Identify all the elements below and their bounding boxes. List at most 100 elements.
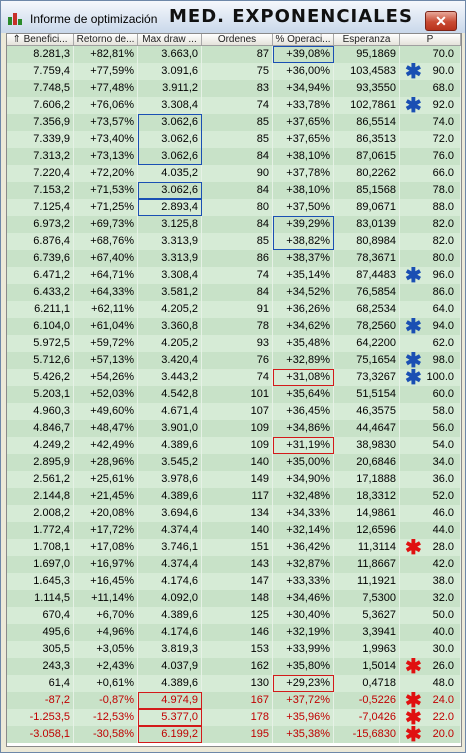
- col-expectancy-cell: 80,8984: [334, 233, 400, 250]
- col-orders-header[interactable]: Ordenes: [202, 34, 273, 45]
- col-p-cell: 74.0: [400, 114, 461, 131]
- col-profit-cell: 6.973,2: [7, 216, 74, 233]
- col-pct-operations-cell: +39,08%: [273, 46, 334, 63]
- col-expectancy-header[interactable]: Esperanza: [334, 34, 400, 45]
- table-row[interactable]: 8.281,3 +82,81% 3.663,0 87 +39,08% 95,1869 70.…: [7, 46, 461, 63]
- table-row[interactable]: 4.846,7 +48,47% 3.901,0 109 +34,86% 44,4647 56…: [7, 420, 461, 437]
- table-row[interactable]: -3.058,1 -30,58% 6.199,2 195 +35,38% -15,6830…: [7, 725, 461, 745]
- col-max-drawdown-cell: 3.694,6: [138, 505, 202, 522]
- col-return-cell: +17,08%: [74, 539, 138, 556]
- col-max-drawdown-cell: 3.443,2: [138, 369, 202, 386]
- table-row[interactable]: 495,6 +4,96% 4.174,6 146 +32,19% 3,3941 40.0: [7, 624, 461, 641]
- col-max-drawdown-cell: 3.313,9: [138, 250, 202, 267]
- col-orders-cell: 117: [202, 488, 273, 505]
- column-header-row: ⇑ Benefici... Retorno de... Max draw ... Or…: [7, 34, 461, 46]
- table-row[interactable]: -1.253,5 -12,53% 5.377,0 178 +35,96% -7,0426 2…: [7, 708, 461, 728]
- col-profit-cell: 4.846,7: [7, 420, 74, 437]
- table-row[interactable]: 1.708,1 +17,08% 3.746,1 151 +36,42% 11,3114 28…: [7, 538, 461, 558]
- table-row[interactable]: 243,3 +2,43% 4.037,9 162 +35,80% 1,5014 26.0 ✱: [7, 657, 461, 677]
- col-max-drawdown-cell: 3.308,4: [138, 97, 202, 114]
- col-return-cell: +16,45%: [74, 573, 138, 590]
- col-orders-cell: 130: [202, 675, 273, 692]
- blue-star-icon: ✱: [405, 95, 422, 117]
- blue-star-icon: ✱: [405, 316, 422, 338]
- table-row[interactable]: 2.561,2 +25,61% 3.978,6 149 +34,90% 17,1888 36…: [7, 471, 461, 488]
- col-p-cell: 38.0: [400, 573, 461, 590]
- table-row[interactable]: 7.339,9 +73,40% 3.062,6 85 +37,65% 86,3513 72.…: [7, 131, 461, 148]
- col-expectancy-cell: 80,2262: [334, 165, 400, 182]
- title-bar[interactable]: Informe de optimización MED. EXPONENCIAL…: [1, 1, 465, 33]
- col-max-drawdown-header[interactable]: Max draw ...: [138, 34, 202, 45]
- col-return-cell: +25,61%: [74, 471, 138, 488]
- table-row[interactable]: 2.008,2 +20,08% 3.694,6 134 +34,33% 14,9861 46…: [7, 505, 461, 522]
- table-row[interactable]: 6.973,2 +69,73% 3.125,8 84 +39,29% 83,0139 82.…: [7, 216, 461, 233]
- table-row[interactable]: -87,2 -0,87% 4.974,9 167 +37,72% -0,5226 24.0 ✱: [7, 691, 461, 711]
- table-row[interactable]: 1.645,3 +16,45% 4.174,6 147 +33,33% 11,1921 38…: [7, 573, 461, 590]
- col-return-header[interactable]: Retorno de...: [74, 34, 138, 45]
- col-profit-cell: 1.708,1: [7, 539, 74, 556]
- col-profit-cell: 7.339,9: [7, 131, 74, 148]
- table-row[interactable]: 5.712,6 +57,13% 3.420,4 76 +32,89% 75,1654 98.…: [7, 351, 461, 371]
- col-max-drawdown-cell: 5.377,0: [138, 709, 202, 726]
- col-pct-operations-cell: +34,46%: [273, 590, 334, 607]
- col-pct-operations-header[interactable]: % Operaci...: [273, 34, 334, 45]
- close-button[interactable]: ✕: [425, 11, 457, 31]
- table-row[interactable]: 6.211,1 +62,11% 4.205,2 91 +36,26% 68,2534 64.…: [7, 301, 461, 318]
- table-row[interactable]: 1.697,0 +16,97% 4.374,4 143 +32,87% 11,8667 42…: [7, 556, 461, 573]
- table-row[interactable]: 6.104,0 +61,04% 3.360,8 78 +34,62% 78,2560 94.…: [7, 316, 461, 338]
- col-profit-cell: -87,2: [7, 692, 74, 709]
- col-pct-operations-cell: +33,33%: [273, 573, 334, 590]
- table-row[interactable]: 7.606,2 +76,06% 3.308,4 74 +33,78% 102,7861 92…: [7, 95, 461, 117]
- table-row[interactable]: 5.426,2 +54,26% 3.443,2 74 +31,08% 73,3267 100…: [7, 368, 461, 388]
- col-return-cell: +82,81%: [74, 46, 138, 63]
- col-orders-cell: 84: [202, 182, 273, 199]
- col-max-drawdown-cell: 3.125,8: [138, 216, 202, 233]
- table-row[interactable]: 4.960,3 +49,60% 4.671,4 107 +36,45% 46,3575 58…: [7, 403, 461, 420]
- table-row[interactable]: 7.748,5 +77,48% 3.911,2 83 +34,94% 93,3550 68.…: [7, 80, 461, 97]
- col-orders-cell: 140: [202, 522, 273, 539]
- col-orders-cell: 148: [202, 590, 273, 607]
- col-return-cell: -12,53%: [74, 709, 138, 726]
- table-row[interactable]: 7.356,9 +73,57% 3.062,6 85 +37,65% 86,5514 74.…: [7, 114, 461, 131]
- table-row[interactable]: 1.114,5 +11,14% 4.092,0 148 +34,46% 7,5300 32.…: [7, 590, 461, 607]
- table-row[interactable]: 6.433,2 +64,33% 3.581,2 84 +34,52% 76,5854 86.…: [7, 284, 461, 301]
- table-row[interactable]: 2.895,9 +28,96% 3.545,2 140 +35,00% 20,6846 34…: [7, 454, 461, 471]
- col-p-cell: 54.0: [400, 437, 461, 454]
- table-row[interactable]: 1.772,4 +17,72% 4.374,4 140 +32,14% 12,6596 44…: [7, 522, 461, 539]
- table-row[interactable]: 6.739,6 +67,40% 3.313,9 86 +38,37% 78,3671 80.…: [7, 250, 461, 267]
- table-row[interactable]: 7.220,4 +72,20% 4.035,2 90 +37,78% 80,2262 66.…: [7, 165, 461, 182]
- col-orders-cell: 83: [202, 80, 273, 97]
- col-max-drawdown-cell: 3.663,0: [138, 46, 202, 63]
- col-p-cell: 42.0: [400, 556, 461, 573]
- chart-icon: [8, 11, 24, 25]
- col-pct-operations-cell: +36,42%: [273, 539, 334, 556]
- table-row[interactable]: 7.153,2 +71,53% 3.062,6 84 +38,10% 85,1568 78.…: [7, 182, 461, 199]
- table-row[interactable]: 2.144,8 +21,45% 4.389,6 117 +32,48% 18,3312 52…: [7, 488, 461, 505]
- col-profit-cell: -1.253,5: [7, 709, 74, 726]
- table-row[interactable]: 7.759,4 +77,59% 3.091,6 75 +36,00% 103,4583 90…: [7, 62, 461, 82]
- table-row[interactable]: 6.876,4 +68,76% 3.313,9 85 +38,82% 80,8984 82.…: [7, 233, 461, 250]
- table-row[interactable]: 5.203,1 +52,03% 4.542,8 101 +35,64% 51,5154 60…: [7, 386, 461, 403]
- col-pct-operations-cell: +34,52%: [273, 284, 334, 301]
- table-row[interactable]: 6.471,2 +64,71% 3.308,4 74 +35,14% 87,4483 96.…: [7, 266, 461, 286]
- table-row[interactable]: 670,4 +6,70% 4.389,6 125 +30,40% 5,3627 50.0: [7, 607, 461, 624]
- col-return-cell: +4,96%: [74, 624, 138, 641]
- col-expectancy-cell: 11,3114: [334, 539, 400, 556]
- col-profit-header[interactable]: ⇑ Benefici...: [7, 34, 74, 45]
- col-orders-cell: 84: [202, 216, 273, 233]
- table-row[interactable]: 5.972,5 +59,72% 4.205,2 93 +35,48% 64,2200 62.…: [7, 335, 461, 352]
- col-max-drawdown-cell: 3.313,9: [138, 233, 202, 250]
- col-p-header[interactable]: P: [400, 34, 461, 45]
- table-row[interactable]: 305,5 +3,05% 3.819,3 153 +33,99% 1,9963 30.0: [7, 641, 461, 658]
- col-p-cell: 34.0: [400, 454, 461, 471]
- col-return-cell: +48,47%: [74, 420, 138, 437]
- col-profit-cell: 6.104,0: [7, 318, 74, 335]
- table-row[interactable]: 7.313,2 +73,13% 3.062,6 84 +38,10% 87,0615 76.…: [7, 148, 461, 165]
- table-row[interactable]: 61,4 +0,61% 4.389,6 130 +29,23% 0,4718 48.0: [7, 675, 461, 692]
- table-row[interactable]: 4.249,2 +42,49% 4.389,6 109 +31,19% 38,9830 54…: [7, 437, 461, 454]
- col-pct-operations-cell: +39,29%: [273, 216, 334, 233]
- col-pct-operations-cell: +32,19%: [273, 624, 334, 641]
- table-row[interactable]: 7.125,4 +71,25% 2.893,4 80 +37,50% 89,0671 88.…: [7, 199, 461, 216]
- optimization-report-window: Informe de optimización MED. EXPONENCIAL…: [0, 0, 466, 753]
- col-max-drawdown-cell: 3.978,6: [138, 471, 202, 488]
